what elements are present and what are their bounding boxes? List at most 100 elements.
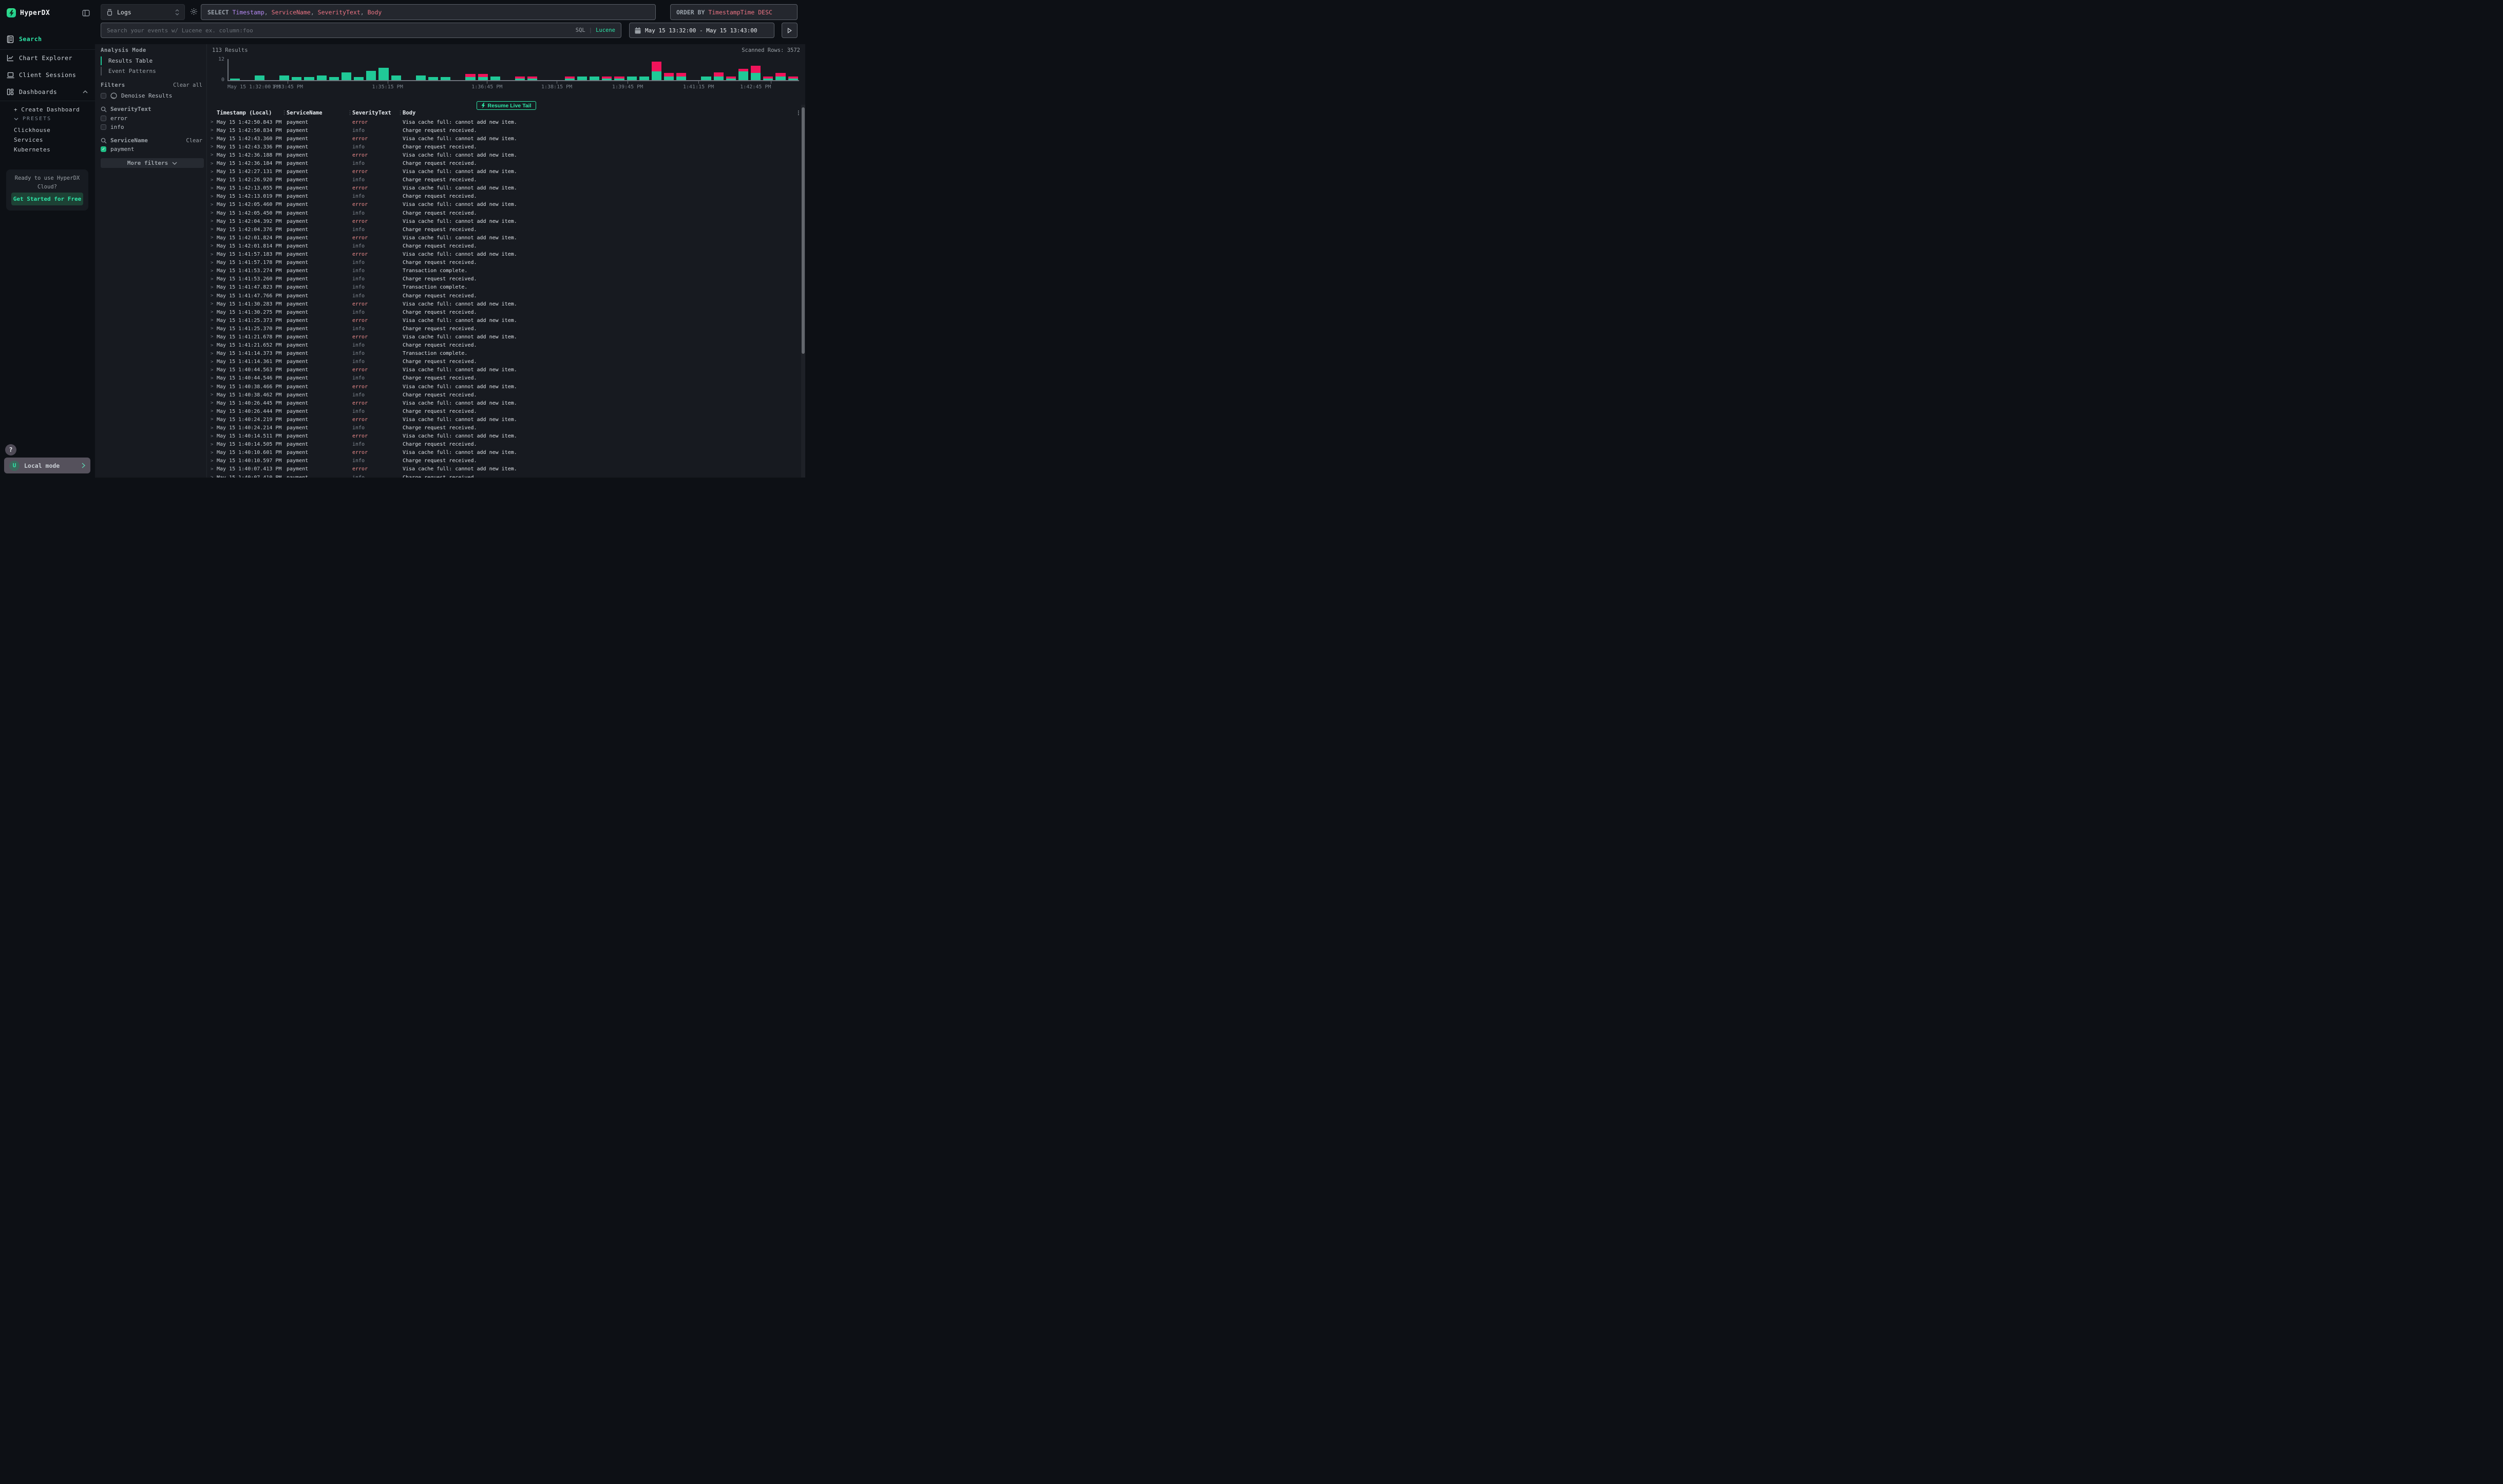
row-expand-chevron[interactable]: > [211, 442, 213, 447]
table-row[interactable]: >May 15 1:41:30.283 PMpaymenterrorVisa c… [207, 300, 798, 308]
table-row[interactable]: >May 15 1:40:26.444 PMpaymentinfoCharge … [207, 407, 798, 415]
sidebar-item-chart-explorer[interactable]: Chart Explorer [0, 53, 95, 63]
sidebar-item-client-sessions[interactable]: Client Sessions [0, 70, 95, 80]
row-expand-chevron[interactable]: > [211, 144, 213, 149]
row-expand-chevron[interactable]: > [211, 243, 213, 249]
table-row[interactable]: >May 15 1:41:25.370 PMpaymentinfoCharge … [207, 325, 798, 333]
row-expand-chevron[interactable]: > [211, 211, 213, 216]
table-row[interactable]: >May 15 1:40:38.462 PMpaymentinfoCharge … [207, 391, 798, 399]
language-sql[interactable]: SQL [576, 27, 585, 33]
source-select[interactable]: Logs [101, 4, 185, 20]
row-expand-chevron[interactable]: > [211, 310, 213, 315]
preset-services[interactable]: Services [14, 137, 43, 143]
clear-all-button[interactable]: Clear all [173, 82, 202, 88]
row-expand-chevron[interactable]: > [211, 235, 213, 240]
table-row[interactable]: >May 15 1:40:44.546 PMpaymentinfoCharge … [207, 374, 798, 383]
results-histogram[interactable]: 12 0 May 15 1:32:00 PM1:33:45 PM1:35:15 … [207, 44, 805, 101]
filter-option-payment[interactable]: ✓ payment [101, 146, 134, 153]
help-button[interactable]: ? [5, 444, 16, 455]
table-row[interactable]: >May 15 1:42:50.843 PMpaymenterrorVisa c… [207, 118, 798, 126]
table-row[interactable]: >May 15 1:41:30.275 PMpaymentinfoCharge … [207, 308, 798, 316]
row-expand-chevron[interactable]: > [211, 269, 213, 274]
row-expand-chevron[interactable]: > [211, 392, 213, 397]
table-row[interactable]: >May 15 1:42:26.920 PMpaymentinfoCharge … [207, 176, 798, 184]
row-expand-chevron[interactable]: > [211, 161, 213, 166]
more-filters-button[interactable]: More filters [101, 158, 204, 168]
table-row[interactable]: >May 15 1:42:36.188 PMpaymenterrorVisa c… [207, 151, 798, 159]
table-row[interactable]: >May 15 1:42:05.460 PMpaymenterrorVisa c… [207, 201, 798, 209]
row-expand-chevron[interactable]: > [211, 409, 213, 414]
info-checkbox[interactable] [101, 124, 106, 130]
table-row[interactable]: >May 15 1:42:27.131 PMpaymenterrorVisa c… [207, 168, 798, 176]
col-servicename[interactable]: ServiceName [287, 110, 323, 116]
row-expand-chevron[interactable]: > [211, 459, 213, 464]
table-row[interactable]: >May 15 1:42:43.336 PMpaymentinfoCharge … [207, 143, 798, 151]
row-expand-chevron[interactable]: > [211, 359, 213, 365]
user-menu[interactable]: U Local mode [4, 458, 90, 473]
filter-option-error[interactable]: error [101, 115, 127, 122]
row-expand-chevron[interactable]: > [211, 128, 213, 133]
sql-select-editor[interactable]: SELECT Timestamp, ServiceName, SeverityT… [201, 4, 656, 20]
row-expand-chevron[interactable]: > [211, 368, 213, 373]
row-expand-chevron[interactable]: > [211, 426, 213, 431]
preset-kubernetes[interactable]: Kubernetes [14, 146, 50, 153]
table-row[interactable]: >May 15 1:42:43.360 PMpaymenterrorVisa c… [207, 135, 798, 143]
row-expand-chevron[interactable]: > [211, 334, 213, 339]
table-row[interactable]: >May 15 1:41:25.373 PMpaymenterrorVisa c… [207, 316, 798, 325]
table-row[interactable]: >May 15 1:42:13.019 PMpaymentinfoCharge … [207, 193, 798, 201]
row-expand-chevron[interactable]: > [211, 186, 213, 191]
table-row[interactable]: >May 15 1:40:44.563 PMpaymenterrorVisa c… [207, 366, 798, 374]
run-query-button[interactable] [782, 23, 798, 38]
filter-option-info[interactable]: info [101, 124, 124, 130]
table-row[interactable]: >May 15 1:40:26.445 PMpaymenterrorVisa c… [207, 399, 798, 407]
row-expand-chevron[interactable]: > [211, 153, 213, 158]
row-expand-chevron[interactable]: > [211, 285, 213, 290]
table-options-icon[interactable]: ⋮ [796, 110, 802, 116]
row-expand-chevron[interactable]: > [211, 260, 213, 265]
table-row[interactable]: >May 15 1:41:21.678 PMpaymenterrorVisa c… [207, 333, 798, 341]
table-row[interactable]: >May 15 1:41:53.274 PMpaymentinfoTransac… [207, 267, 798, 275]
table-row[interactable]: >May 15 1:40:38.466 PMpaymenterrorVisa c… [207, 383, 798, 391]
table-row[interactable]: >May 15 1:42:01.814 PMpaymentinfoCharge … [207, 242, 798, 250]
mode-event-patterns[interactable]: Event Patterns [101, 67, 198, 75]
date-range-picker[interactable]: May 15 13:32:00 - May 15 13:43:00 [629, 23, 774, 38]
table-row[interactable]: >May 15 1:42:13.055 PMpaymenterrorVisa c… [207, 184, 798, 193]
table-row[interactable]: >May 15 1:40:24.214 PMpaymentinfoCharge … [207, 424, 798, 432]
row-expand-chevron[interactable]: > [211, 376, 213, 381]
table-row[interactable]: >May 15 1:40:14.505 PMpaymentinfoCharge … [207, 441, 798, 449]
language-lucene[interactable]: Lucene [596, 27, 615, 33]
denoise-filter[interactable]: Denoise Results [101, 92, 172, 99]
error-checkbox[interactable] [101, 116, 106, 121]
table-row[interactable]: >May 15 1:41:14.361 PMpaymentinfoCharge … [207, 358, 798, 366]
table-row[interactable]: >May 15 1:41:47.766 PMpaymentinfoCharge … [207, 292, 798, 300]
sidebar-item-search[interactable]: Search [0, 34, 95, 44]
table-row[interactable]: >May 15 1:40:07.410 PMpaymentinfoCharge … [207, 473, 798, 478]
table-row[interactable]: >May 15 1:42:01.824 PMpaymenterrorVisa c… [207, 234, 798, 242]
table-row[interactable]: >May 15 1:42:50.834 PMpaymentinfoCharge … [207, 126, 798, 135]
histogram-plot[interactable] [227, 59, 799, 81]
row-expand-chevron[interactable]: > [211, 301, 213, 307]
presets-toggle[interactable]: PRESETS [14, 116, 51, 122]
create-dashboard-button[interactable]: + Create Dashboard [14, 106, 80, 113]
table-row[interactable]: >May 15 1:41:21.652 PMpaymentinfoCharge … [207, 341, 798, 350]
row-expand-chevron[interactable]: > [211, 227, 213, 232]
row-expand-chevron[interactable]: > [211, 293, 213, 298]
order-by-editor[interactable]: ORDER BY TimestampTime DESC [670, 4, 798, 20]
col-body[interactable]: Body [403, 110, 415, 116]
scrollbar-thumb[interactable] [802, 107, 805, 354]
table-row[interactable]: >May 15 1:41:57.178 PMpaymentinfoCharge … [207, 259, 798, 267]
scrollbar-track[interactable] [801, 105, 805, 478]
row-expand-chevron[interactable]: > [211, 194, 213, 199]
row-expand-chevron[interactable]: > [211, 343, 213, 348]
get-started-button[interactable]: Get Started for Free [11, 193, 83, 205]
row-expand-chevron[interactable]: > [211, 318, 213, 323]
row-expand-chevron[interactable]: > [211, 417, 213, 422]
service-group-title[interactable]: ServiceName [110, 137, 148, 144]
row-expand-chevron[interactable]: > [211, 401, 213, 406]
row-expand-chevron[interactable]: > [211, 467, 213, 472]
table-row[interactable]: >May 15 1:41:57.183 PMpaymenterrorVisa c… [207, 251, 798, 259]
service-clear-button[interactable]: Clear [186, 138, 202, 144]
row-expand-chevron[interactable]: > [211, 202, 213, 207]
row-expand-chevron[interactable]: > [211, 384, 213, 389]
table-row[interactable]: >May 15 1:42:04.392 PMpaymenterrorVisa c… [207, 217, 798, 225]
